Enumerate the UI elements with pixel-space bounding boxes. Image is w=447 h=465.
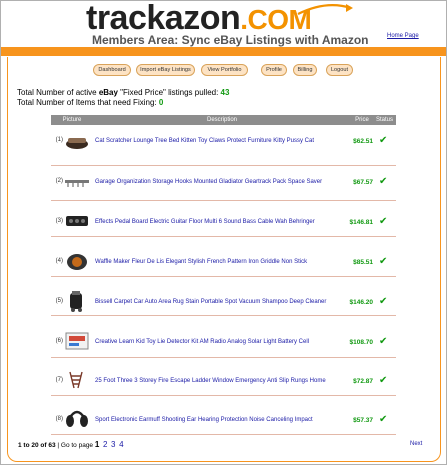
check-icon: ✔ [379, 336, 388, 347]
listing-link[interactable]: Creative Learn Kid Toy Lie Detector Kit … [95, 339, 309, 345]
stats-fixing-line: Total Number of Items that need Fixing: … [17, 98, 229, 108]
page-3-link[interactable]: 3 [111, 440, 115, 449]
items-need-fixing-count: 0 [158, 98, 164, 107]
listing-price: $57.37 [353, 417, 373, 424]
table-row: (5) Bissell Carpet Car Auto Area Rug Sta… [51, 280, 396, 316]
next-page-link[interactable]: Next [410, 441, 422, 447]
listing-price: $108.70 [349, 339, 374, 346]
listing-price: $72.87 [353, 378, 373, 385]
stats-line1-mid: "Fixed Price" listings pulled: [117, 88, 221, 97]
listing-link[interactable]: Waffle Maker Fleur De Lis Elegant Stylis… [95, 259, 307, 265]
table-row: (6) Creative Learn Kid Toy Lie Detector … [51, 322, 396, 358]
fire-escape-ladder-thumbnail-icon[interactable] [64, 370, 90, 390]
header-status: Status [375, 117, 393, 123]
row-number: (1) [55, 137, 63, 143]
header-description: Description [206, 117, 237, 123]
check-icon: ✔ [379, 296, 388, 307]
listing-price: $146.20 [349, 299, 374, 306]
pagination: 1 to 20 of 63 | Go to page 1 2 3 4 [18, 440, 124, 449]
header-price: Price [355, 117, 369, 123]
check-icon: ✔ [379, 176, 388, 187]
listing-price: $146.81 [349, 219, 374, 226]
nav-logout-button[interactable]: Logout [326, 64, 353, 76]
waffle-maker-thumbnail-icon[interactable] [64, 250, 90, 272]
table-row: (7) 25 Foot Three 3 Storey Fire Escape L… [51, 360, 396, 396]
table-row: (4) Waffle Maker Fleur De Lis Elegant St… [51, 241, 396, 277]
row-number: (8) [55, 416, 63, 422]
listing-link[interactable]: Effects Pedal Board Electric Guitar Floo… [95, 219, 315, 225]
check-icon: ✔ [379, 135, 388, 146]
listings-pulled-count: 43 [220, 88, 230, 97]
earmuffs-thumbnail-icon[interactable] [64, 407, 90, 429]
nav-import-ebay-button[interactable]: Import eBay Listings [136, 64, 195, 76]
row-number: (7) [55, 377, 63, 383]
stats-line1-prefix: Total Number of active [17, 88, 99, 97]
nav-profile-button[interactable]: Profile [261, 64, 287, 76]
table-row: (3) Effects Pedal Board Electric Guitar … [51, 201, 396, 237]
check-icon: ✔ [379, 256, 388, 267]
page-subtitle: Members Area: Sync eBay Listings with Am… [92, 33, 369, 47]
listing-price: $67.57 [353, 179, 373, 186]
site-logo[interactable]: trackazon.COM [86, 0, 312, 37]
garage-hooks-thumbnail-icon[interactable] [64, 173, 90, 193]
page-4-link[interactable]: 4 [119, 440, 123, 449]
row-number: (5) [55, 298, 63, 304]
nav-billing-button[interactable]: Billing [293, 64, 317, 76]
listing-link[interactable]: Garage Organization Storage Hooks Mounte… [95, 179, 322, 185]
row-number: (2) [55, 178, 63, 184]
header-divider-bar [1, 47, 446, 56]
carpet-cleaner-thumbnail-icon[interactable] [64, 289, 90, 313]
header-picture: Picture [62, 117, 82, 123]
nav-view-portfolio-button[interactable]: View Portfolio [201, 64, 248, 76]
page-1-link[interactable]: 1 [95, 440, 99, 449]
row-number: (6) [55, 338, 63, 344]
stats-summary: Total Number of active eBay "Fixed Price… [17, 88, 229, 108]
check-icon: ✔ [379, 375, 388, 386]
pedal-board-thumbnail-icon[interactable] [64, 211, 90, 231]
listing-price: $62.51 [353, 138, 373, 145]
check-icon: ✔ [379, 216, 388, 227]
listing-price: $85.51 [353, 259, 373, 266]
table-header: Picture Description Price Status [51, 115, 396, 125]
pagination-range: 1 to 20 of 63 [18, 442, 56, 449]
home-page-link[interactable]: Home Page [387, 33, 419, 39]
table-row: (8) Sport Electronic Earmuff Shooting Ea… [51, 399, 396, 435]
nav-dashboard-button[interactable]: Dashboard [93, 64, 131, 76]
stats-line2-prefix: Total Number of Items that need Fixing: [17, 98, 159, 107]
page-2-link[interactable]: 2 [103, 440, 107, 449]
cat-scratcher-thumbnail-icon[interactable] [64, 132, 90, 152]
listing-link[interactable]: 25 Foot Three 3 Storey Fire Escape Ladde… [95, 378, 326, 384]
lie-detector-kit-thumbnail-icon[interactable] [64, 330, 90, 352]
row-number: (4) [55, 258, 63, 264]
stats-line1-ebay: eBay [98, 88, 118, 97]
pagination-goto-label: | Go to page [57, 442, 94, 449]
table-row: (1) Cat Scratcher Lounge Tree Bed Kitten… [51, 130, 396, 166]
check-icon: ✔ [379, 414, 388, 425]
row-number: (3) [55, 218, 63, 224]
logo-swoosh-icon [297, 3, 353, 15]
stats-listings-line: Total Number of active eBay "Fixed Price… [17, 88, 229, 98]
listing-link[interactable]: Sport Electronic Earmuff Shooting Ear He… [95, 417, 313, 423]
table-row: (2) Garage Organization Storage Hooks Mo… [51, 165, 396, 201]
listing-link[interactable]: Bissell Carpet Car Auto Area Rug Stain P… [95, 299, 326, 305]
listing-link[interactable]: Cat Scratcher Lounge Tree Bed Kitten Toy… [95, 138, 314, 144]
logo-name: trackazon [86, 0, 241, 37]
